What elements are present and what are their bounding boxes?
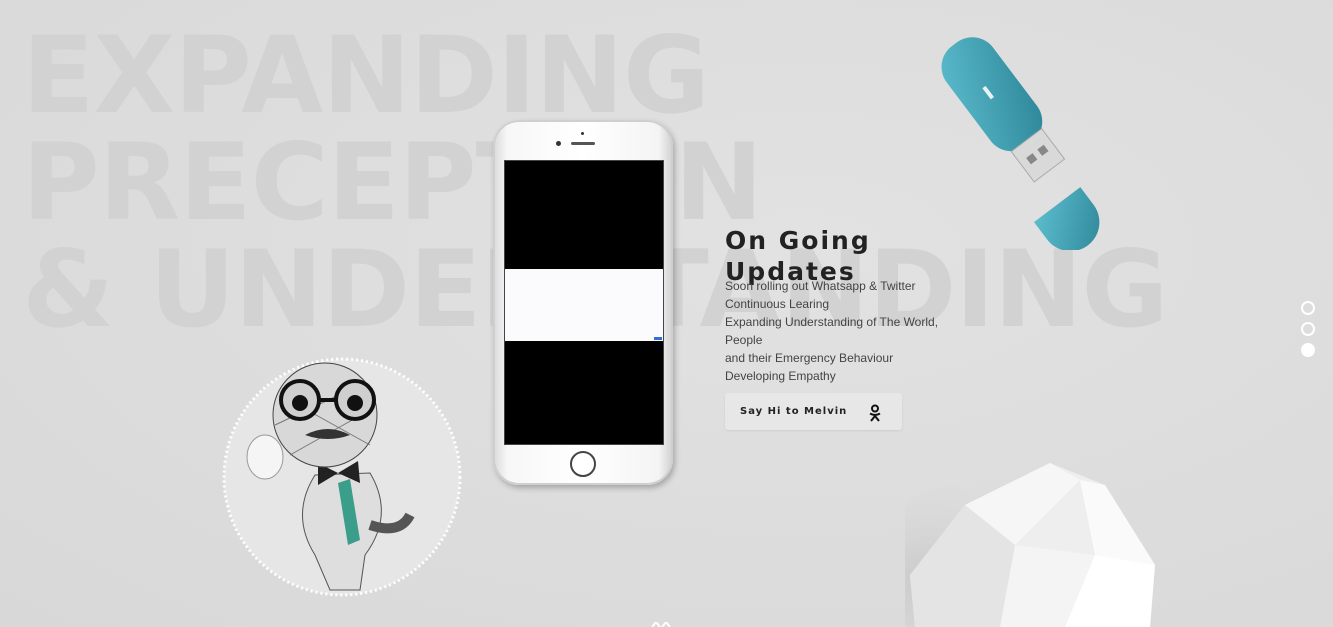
phone-sensor (581, 132, 584, 135)
polyhedron-image (905, 463, 1155, 627)
section-pager (1301, 301, 1315, 364)
say-hi-button[interactable]: Say Hi to Melvin (725, 393, 902, 430)
scroll-indicator-icon (651, 622, 671, 627)
update-item: Soon rolling out Whatsapp & Twitter (725, 279, 916, 293)
updates-list: Soon rolling out Whatsapp & Twitter Cont… (725, 277, 950, 385)
update-item: Expanding Understanding of The World, Pe… (725, 315, 939, 347)
usb-drive-image (941, 37, 1100, 250)
pager-dot-3[interactable] (1301, 343, 1315, 357)
odnoklassniki-icon (869, 404, 881, 422)
pager-dot-2[interactable] (1301, 322, 1315, 336)
phone-screen-band (505, 269, 663, 341)
melvin-mascot-image (222, 357, 462, 597)
phone-camera (556, 141, 561, 146)
phone-screen-indicator (654, 337, 662, 340)
say-hi-button-label: Say Hi to Melvin (740, 406, 848, 417)
phone-speaker (571, 142, 595, 145)
pager-dot-1[interactable] (1301, 301, 1315, 315)
update-item: and their Emergency Behaviour (725, 351, 894, 365)
phone-home-button (570, 451, 596, 477)
update-item: Developing Empathy (725, 369, 836, 383)
phone-screen (504, 160, 664, 445)
phone-mockup (493, 120, 673, 485)
update-item: Continuous Learing (725, 297, 830, 311)
